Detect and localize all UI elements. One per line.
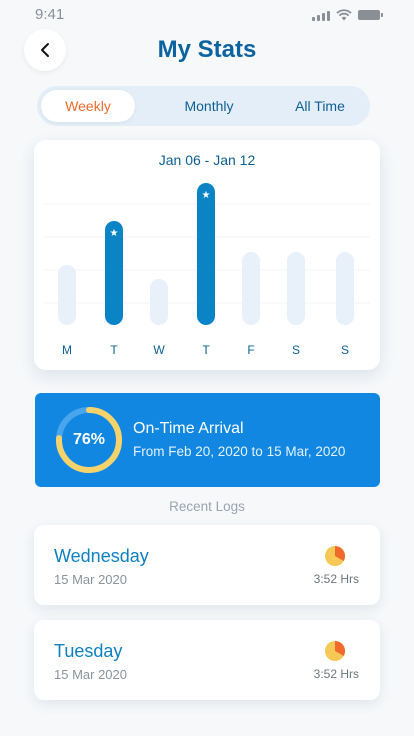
- on-time-arrival-card[interactable]: 76% On-Time Arrival From Feb 20, 2020 to…: [35, 393, 380, 487]
- log-date: 15 Mar 2020: [54, 572, 127, 587]
- wifi-icon: [336, 9, 352, 21]
- chart-bar[interactable]: [197, 183, 215, 325]
- log-day: Wednesday: [54, 546, 149, 566]
- weekly-bar-chart: M ★ T W ★ T F S S: [44, 183, 370, 357]
- chart-bar[interactable]: [336, 252, 354, 325]
- chart-bar[interactable]: [58, 265, 76, 325]
- battery-icon: [358, 10, 383, 20]
- chart-bar[interactable]: [242, 252, 260, 325]
- log-duration: 3:52 Hrs: [313, 572, 359, 586]
- status-time: 9:41: [35, 6, 65, 23]
- chart-x-tick-label: T: [110, 343, 118, 357]
- chart-x-tick-label: F: [247, 343, 254, 357]
- tab-weekly[interactable]: Weekly: [41, 90, 135, 122]
- chart-x-tick-label: M: [62, 343, 72, 357]
- chart-x-tick-label: S: [292, 343, 300, 357]
- status-icons: [312, 9, 383, 21]
- chart-x-tick-label: T: [202, 343, 210, 357]
- chart-x-tick-label: W: [153, 343, 165, 357]
- log-item-wednesday[interactable]: Wednesday 15 Mar 2020 3:52 Hrs: [34, 525, 380, 605]
- log-duration: 3:52 Hrs: [313, 667, 359, 681]
- page-title: My Stats: [157, 36, 257, 63]
- arrival-title: On-Time Arrival: [133, 420, 244, 437]
- recent-logs-heading: Recent Logs: [169, 499, 245, 514]
- chart-bar[interactable]: [150, 279, 168, 325]
- status-bar: 9:41: [0, 0, 414, 30]
- arrival-date-range: From Feb 20, 2020 to 15 Mar, 2020: [133, 444, 346, 459]
- log-day: Tuesday: [54, 641, 123, 661]
- pie-chart-icon: [325, 641, 345, 661]
- log-date: 15 Mar 2020: [54, 667, 127, 682]
- chart-x-tick-label: S: [341, 343, 349, 357]
- star-icon: ★: [110, 228, 119, 239]
- tab-monthly[interactable]: Monthly: [159, 90, 259, 122]
- weekly-chart-card: Jan 06 - Jan 12 M ★ T W ★ T F S S: [34, 140, 380, 370]
- progress-percent: 76%: [72, 431, 106, 448]
- chart-bar[interactable]: [287, 252, 305, 325]
- period-tabs: Weekly Monthly All Time: [37, 86, 370, 126]
- cellular-signal-icon: [312, 10, 330, 21]
- log-item-tuesday[interactable]: Tuesday 15 Mar 2020 3:52 Hrs: [34, 620, 380, 700]
- pie-chart-icon: [325, 546, 345, 566]
- star-icon: ★: [202, 190, 211, 201]
- tab-all-time[interactable]: All Time: [277, 90, 363, 122]
